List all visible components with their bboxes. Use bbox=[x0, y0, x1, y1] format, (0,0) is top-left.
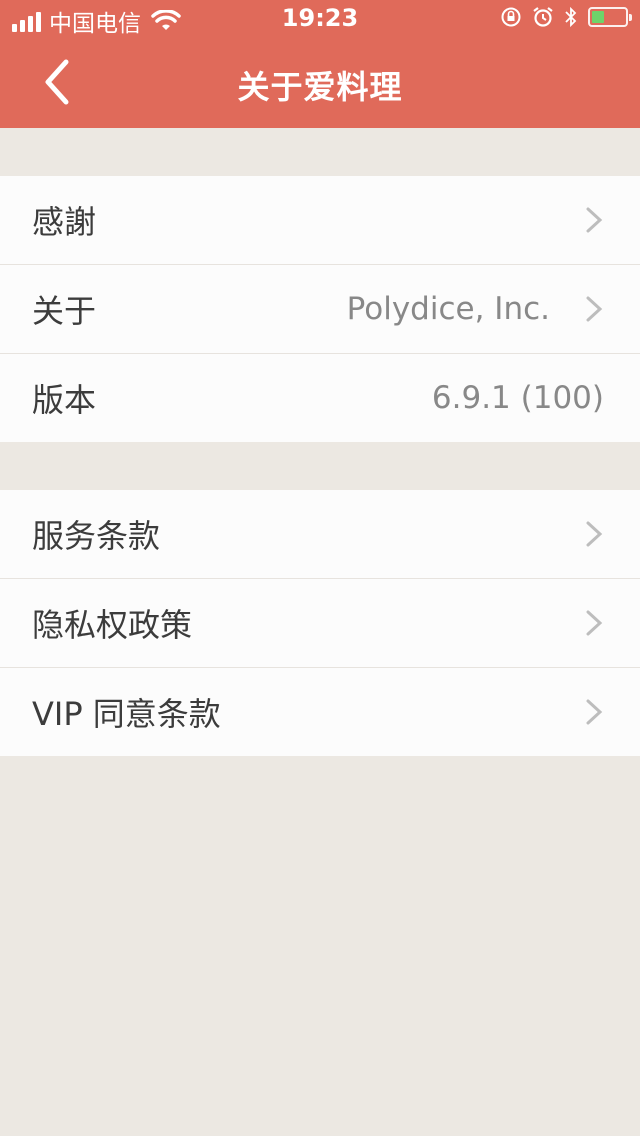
row-label: 关于 bbox=[32, 292, 97, 330]
rotation-lock-icon bbox=[501, 7, 521, 27]
row-label: 服务条款 bbox=[32, 517, 161, 555]
row-label: 隐私权政策 bbox=[32, 606, 193, 644]
row-terms-of-service[interactable]: 服务条款 bbox=[0, 490, 640, 579]
row-label: 感謝 bbox=[32, 203, 97, 241]
row-value: Polydice, Inc. bbox=[346, 291, 550, 327]
settings-group-about: 感謝 关于 Polydice, Inc. 版本 6.9.1 (100) bbox=[0, 176, 640, 442]
row-version: 版本 6.9.1 (100) bbox=[0, 354, 640, 442]
chevron-right-icon bbox=[586, 296, 603, 322]
nav-bar: 关于爱料理 bbox=[0, 40, 640, 128]
battery-icon bbox=[588, 7, 632, 27]
chevron-right-icon bbox=[586, 207, 603, 233]
status-bar: 中国电信 19:23 bbox=[0, 0, 640, 40]
row-thanks[interactable]: 感謝 bbox=[0, 176, 640, 265]
row-label: VIP 同意条款 bbox=[32, 695, 221, 733]
settings-group-legal: 服务条款 隐私权政策 VIP 同意条款 bbox=[0, 490, 640, 756]
header: 中国电信 19:23 关于爱料理 bbox=[0, 0, 640, 128]
row-about[interactable]: 关于 Polydice, Inc. bbox=[0, 265, 640, 354]
chevron-right-icon bbox=[586, 521, 603, 547]
bluetooth-icon bbox=[565, 6, 577, 28]
alarm-icon bbox=[533, 7, 553, 27]
chevron-right-icon bbox=[586, 699, 603, 725]
page-title: 关于爱料理 bbox=[237, 68, 403, 106]
row-privacy-policy[interactable]: 隐私权政策 bbox=[0, 579, 640, 668]
row-value: 6.9.1 (100) bbox=[431, 380, 604, 416]
row-label: 版本 bbox=[32, 381, 97, 419]
row-vip-terms[interactable]: VIP 同意条款 bbox=[0, 668, 640, 756]
chevron-right-icon bbox=[586, 610, 603, 636]
